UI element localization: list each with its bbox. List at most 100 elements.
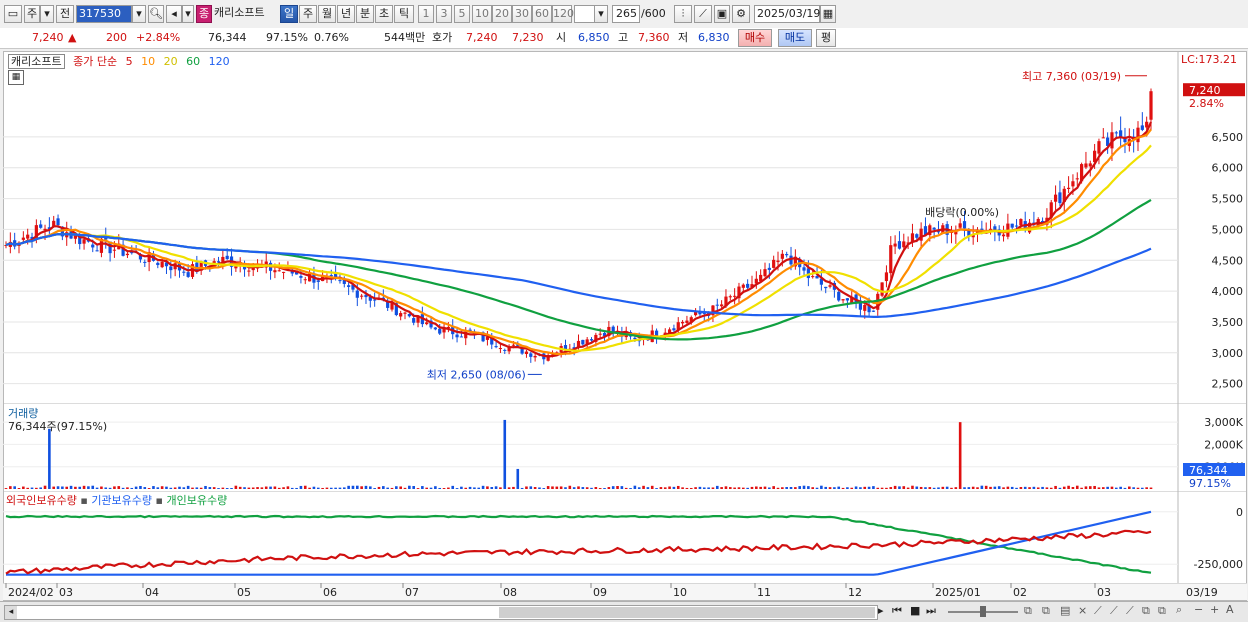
- layout-icon-3[interactable]: ▤: [1060, 604, 1070, 617]
- interval-3-button[interactable]: 3: [436, 5, 452, 23]
- volume-bar: [503, 419, 507, 489]
- volume-bar: [464, 487, 468, 489]
- volume-bar: [165, 486, 168, 489]
- candle-body: [355, 290, 359, 298]
- period-month-button[interactable]: 월: [318, 5, 336, 23]
- channel-icon[interactable]: ⟋: [1126, 604, 1134, 618]
- volume-bar: [52, 486, 56, 489]
- scroll-left-icon[interactable]: ◂: [5, 606, 17, 619]
- candle-body: [1101, 137, 1105, 139]
- search-icon[interactable]: 🔍︎: [148, 5, 164, 23]
- zoom-icon[interactable]: ⌕: [1176, 603, 1182, 617]
- trend-icon[interactable]: ⟋: [1094, 604, 1102, 618]
- type2-button[interactable]: 전: [56, 5, 74, 23]
- volume-bar: [364, 485, 368, 489]
- volume-tag-text: 76,344: [1189, 464, 1228, 477]
- volume-bar: [976, 487, 979, 489]
- volume-bar: [351, 485, 355, 489]
- period-day-button[interactable]: 일: [280, 5, 298, 23]
- scrollbar[interactable]: ◂: [4, 605, 878, 620]
- volume-bar: [1141, 487, 1144, 489]
- x-tick-label: 2024/02: [8, 586, 54, 599]
- fib-icon[interactable]: ⟋: [1110, 604, 1118, 618]
- volume-bar: [460, 486, 463, 489]
- type1-dropdown-icon[interactable]: ▾: [40, 5, 54, 23]
- date-input[interactable]: 2025/03/19: [754, 5, 820, 23]
- candle-body: [529, 353, 533, 357]
- volume-chart[interactable]: 3,000K2,000K1,000K76,34497.15%: [3, 403, 1247, 491]
- price-change: 200: [106, 31, 127, 44]
- period-week-button[interactable]: 주: [299, 5, 317, 23]
- sell-button[interactable]: 매도: [778, 29, 812, 47]
- candle-body: [399, 313, 403, 317]
- minus-icon[interactable]: −: [1194, 603, 1203, 616]
- settings-icon[interactable]: ⚙: [732, 5, 750, 23]
- interval-5-button[interactable]: 5: [454, 5, 470, 23]
- save-icon[interactable]: ▣: [714, 5, 730, 23]
- high-price: 7,360: [638, 31, 670, 44]
- interval-dropdown-icon[interactable]: ▾: [594, 5, 608, 23]
- eval-button[interactable]: 평: [816, 29, 836, 47]
- speaker-dropdown-icon[interactable]: ▾: [182, 5, 194, 23]
- interval-120-button[interactable]: 120: [552, 5, 574, 23]
- volume-bar: [134, 486, 138, 489]
- calendar-icon[interactable]: ▦: [820, 5, 836, 23]
- volume-bar: [473, 487, 476, 489]
- stop-icon[interactable]: ■: [910, 604, 920, 617]
- volume-bar: [542, 488, 546, 489]
- volume-bar: [299, 485, 303, 489]
- period-minute-button[interactable]: 분: [356, 5, 374, 23]
- volume-bar: [477, 487, 481, 489]
- forward-icon[interactable]: ⏭: [926, 604, 936, 618]
- rewind-icon[interactable]: ⏮: [892, 604, 902, 618]
- candle-type-icon[interactable]: ⫶: [674, 5, 692, 23]
- x-tick-label: 03: [59, 586, 73, 599]
- plus-icon[interactable]: +: [1210, 603, 1219, 616]
- paste-icon[interactable]: ⧉: [1158, 604, 1166, 618]
- layout-icon-2[interactable]: ⧉: [1042, 604, 1050, 618]
- interval-20-button[interactable]: 20: [492, 5, 512, 23]
- count-input[interactable]: 265: [612, 5, 640, 23]
- table-icon[interactable]: ▦: [8, 70, 24, 85]
- price-chart[interactable]: 6,500 6,000 5,500 5,000 4,500 4,000 3,500 3,000…: [3, 51, 1247, 403]
- volume-bar: [1045, 487, 1049, 489]
- legend-ma-type: 종가 단순: [73, 55, 118, 68]
- play-icon[interactable]: ▸: [878, 604, 884, 617]
- candle-body: [633, 337, 637, 340]
- layout-icon-1[interactable]: ⧉: [1024, 604, 1032, 618]
- volume-bar: [152, 486, 155, 489]
- text-tool-icon[interactable]: A: [1226, 603, 1234, 616]
- interval-10-button[interactable]: 10: [472, 5, 492, 23]
- volume-bar: [516, 468, 520, 489]
- candle-body: [1075, 178, 1079, 180]
- price-tick-label: 3,000: [1212, 347, 1244, 360]
- candle-body: [459, 336, 463, 338]
- period-tick-button[interactable]: 틱: [394, 5, 414, 23]
- stock-code-input[interactable]: 317530: [76, 5, 132, 23]
- volume-bar: [707, 487, 710, 489]
- zoom-slider-thumb[interactable]: [980, 606, 986, 617]
- volume-bar: [9, 486, 12, 489]
- type1-button[interactable]: 주: [24, 5, 40, 23]
- window-menu-icon[interactable]: ▭: [4, 5, 22, 23]
- volume-bar: [338, 487, 342, 489]
- volume-bar: [369, 486, 372, 489]
- draw-tool-icon[interactable]: ⟋: [694, 5, 712, 23]
- crosshair-icon[interactable]: ⨯: [1078, 604, 1087, 617]
- copy-icon[interactable]: ⧉: [1142, 604, 1150, 618]
- scroll-thumb[interactable]: [499, 607, 875, 618]
- candle-body: [1019, 219, 1023, 226]
- code-dropdown-icon[interactable]: ▾: [132, 5, 146, 23]
- speaker-icon[interactable]: ◂: [166, 5, 182, 23]
- interval-30-button[interactable]: 30: [512, 5, 532, 23]
- candle-body: [845, 298, 850, 301]
- period-year-button[interactable]: 년: [337, 5, 355, 23]
- candle-body: [303, 279, 307, 281]
- buy-button[interactable]: 매수: [738, 29, 772, 47]
- volume-bar: [1019, 487, 1023, 489]
- interval-1-button[interactable]: 1: [418, 5, 434, 23]
- period-second-button[interactable]: 초: [375, 5, 393, 23]
- volume-bar: [798, 486, 801, 489]
- interval-60-button[interactable]: 60: [532, 5, 552, 23]
- volume-bar: [1015, 487, 1018, 489]
